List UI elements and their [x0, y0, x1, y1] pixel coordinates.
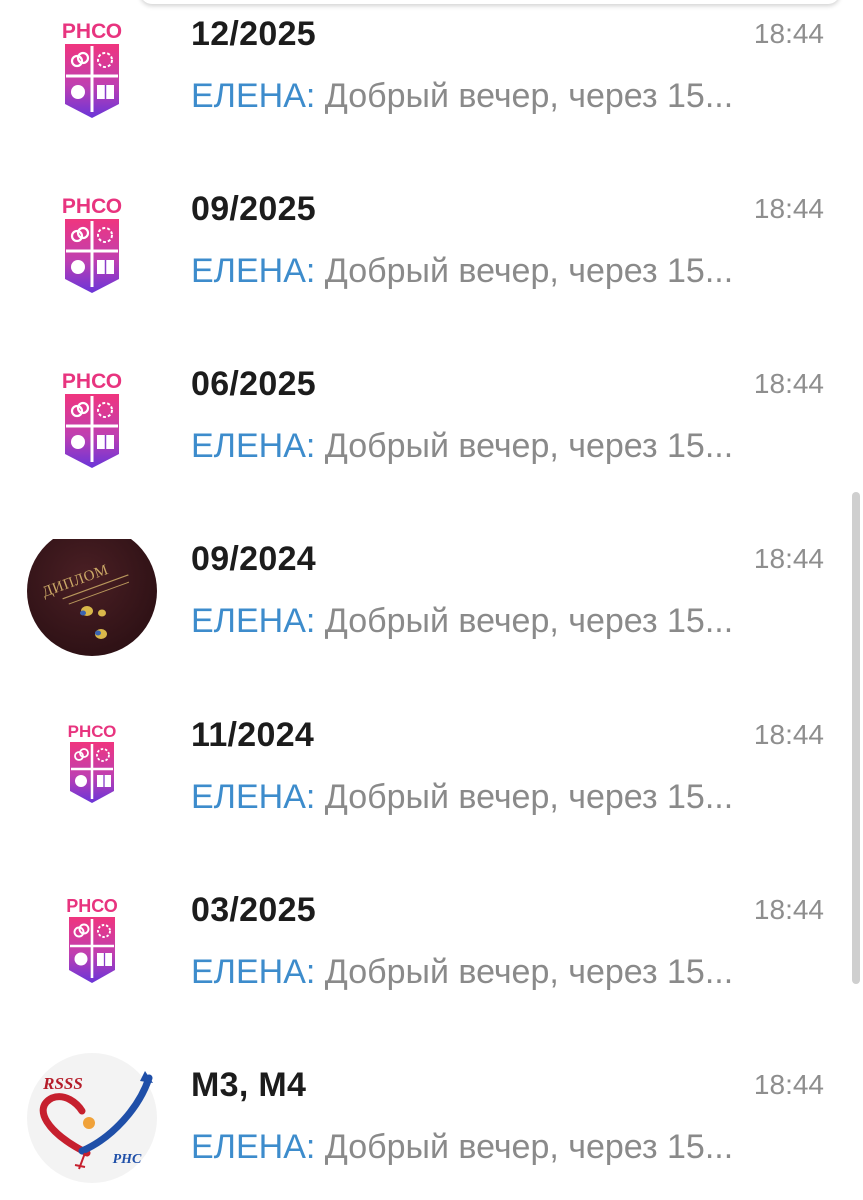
svg-text:РНСО: РНСО — [62, 195, 122, 218]
chat-title: 09/2024 — [191, 540, 317, 578]
chat-time: 18:44 — [753, 368, 824, 399]
chat-item-03-2025[interactable]: РНСО 03/2025 18:44 ЕЛЕНА: Добрый вечер, … — [0, 890, 850, 1050]
chat-time: 18:44 — [753, 894, 824, 925]
svg-text:РНСО: РНСО — [68, 722, 117, 741]
svg-text:РНСО: РНСО — [66, 896, 118, 916]
chat-item-09-2024[interactable]: ДИПЛОМ 09/2024 18:44 ЕЛЕНА: Добрый вечер… — [0, 539, 850, 699]
chat-title: 12/2025 — [191, 15, 317, 53]
chat-preview: ЕЛЕНА: Добрый вечер, через 15... — [191, 950, 733, 994]
chat-item-11-2024[interactable]: РНСО 11/2024 18:44 ЕЛЕНА: Добрый вечер, … — [0, 715, 850, 875]
chat-list-screen: РНСО 12/2025 18:44 ЕЛЕНА: Добрый вечер, … — [0, 0, 863, 1200]
rhso-logo-avatar: РНСО — [68, 722, 117, 803]
chat-time: 18:44 — [753, 18, 824, 49]
chat-preview: ЕЛЕНА: Добрый вечер, через 15... — [191, 249, 733, 293]
chat-item-12-2025[interactable]: РНСО 12/2025 18:44 ЕЛЕНА: Добрый вечер, … — [0, 14, 850, 174]
svg-text:РНСО: РНСО — [62, 370, 122, 393]
chat-time: 18:44 — [753, 719, 824, 750]
chat-list: РНСО 12/2025 18:44 ЕЛЕНА: Добрый вечер, … — [0, 0, 863, 1200]
message-preview: Добрый вечер, через 15... — [315, 1128, 734, 1166]
rhso-logo-avatar: РНСО — [62, 20, 122, 118]
message-preview: Добрый вечер, через 15... — [315, 778, 734, 816]
message-preview: Добрый вечер, через 15... — [315, 602, 734, 640]
rhso-logo-avatar: РНСО — [62, 370, 122, 468]
chat-time: 18:44 — [753, 543, 824, 574]
scrollbar[interactable] — [852, 492, 860, 984]
message-preview: Добрый вечер, через 15... — [315, 427, 734, 465]
chat-time: 18:44 — [753, 1069, 824, 1100]
chat-preview: ЕЛЕНА: Добрый вечер, через 15... — [191, 1125, 733, 1169]
sender-name: ЕЛЕНА: — [191, 1128, 316, 1166]
svg-text:РНС: РНС — [113, 1152, 142, 1167]
diploma-photo-avatar: ДИПЛОМ — [27, 539, 157, 656]
rhso-logo-avatar: РНСО — [62, 195, 122, 293]
svg-text:RSSS: RSSS — [42, 1074, 83, 1093]
chat-title: М3, М4 — [191, 1066, 307, 1104]
sender-name: ЕЛЕНА: — [191, 953, 316, 991]
chat-item-m3-m4[interactable]: RSSS РНС М3, М4 18:44 ЕЛЕНА: Добрый вече… — [0, 1053, 850, 1200]
svg-text:РНСО: РНСО — [62, 20, 122, 43]
chat-preview: ЕЛЕНА: Добрый вечер, через 15... — [191, 424, 733, 468]
sender-name: ЕЛЕНА: — [191, 778, 316, 816]
rsss-logo-avatar: RSSS РНС — [27, 1053, 157, 1183]
rhso-logo-avatar: РНСО — [66, 896, 118, 983]
chat-preview: ЕЛЕНА: Добрый вечер, через 15... — [191, 775, 733, 819]
chat-preview: ЕЛЕНА: Добрый вечер, через 15... — [191, 74, 733, 118]
sender-name: ЕЛЕНА: — [191, 427, 316, 465]
chat-time: 18:44 — [753, 193, 824, 224]
chat-title: 09/2025 — [191, 190, 317, 228]
chat-title: 03/2025 — [191, 891, 317, 929]
message-preview: Добрый вечер, через 15... — [315, 953, 734, 991]
chat-title: 11/2024 — [191, 716, 315, 754]
chat-title: 06/2025 — [191, 365, 317, 403]
sender-name: ЕЛЕНА: — [191, 252, 316, 290]
message-preview: Добрый вечер, через 15... — [315, 252, 734, 290]
message-preview: Добрый вечер, через 15... — [315, 77, 734, 115]
chat-item-06-2025[interactable]: РНСО 06/2025 18:44 ЕЛЕНА: Добрый вечер, … — [0, 364, 850, 524]
chat-item-09-2025[interactable]: РНСО 09/2025 18:44 ЕЛЕНА: Добрый вечер, … — [0, 189, 850, 349]
chat-preview: ЕЛЕНА: Добрый вечер, через 15... — [191, 599, 733, 643]
sender-name: ЕЛЕНА: — [191, 77, 316, 115]
sender-name: ЕЛЕНА: — [191, 602, 316, 640]
